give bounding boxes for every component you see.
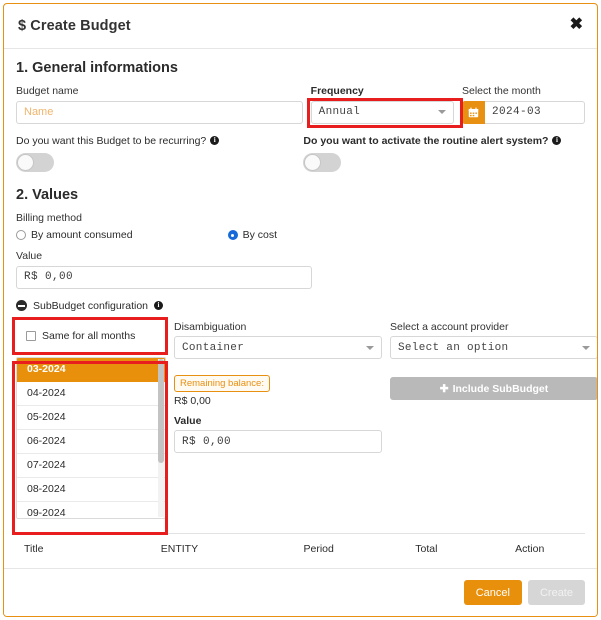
alert-toggle[interactable] bbox=[303, 152, 342, 172]
budget-name-group: Budget name bbox=[16, 85, 303, 124]
page-title: $ Create Budget bbox=[18, 18, 131, 34]
list-item[interactable]: 07-2024 bbox=[17, 453, 165, 478]
budget-name-input[interactable] bbox=[16, 100, 303, 124]
calendar-icon[interactable] bbox=[462, 100, 485, 124]
budget-name-label: Budget name bbox=[16, 85, 79, 97]
chevron-down-icon bbox=[438, 110, 446, 115]
disambiguation-label: Disambiguation bbox=[174, 320, 247, 333]
subbudget-value-label: Value bbox=[174, 415, 202, 428]
same-for-all-months-label: Same for all months bbox=[42, 329, 136, 342]
month-list[interactable]: 03-2024 04-2024 05-2024 06-2024 07-2024 … bbox=[16, 356, 166, 519]
frequency-select[interactable]: Annual bbox=[310, 100, 454, 124]
close-icon[interactable]: ✖ bbox=[568, 15, 585, 35]
recurring-question-text: Do you want this Budget to be recurring? bbox=[16, 134, 207, 147]
recurring-toggle[interactable] bbox=[16, 152, 54, 172]
include-subbudget-button[interactable]: ✚ Include SubBudget bbox=[390, 377, 597, 401]
radio-by-amount-consumed[interactable]: By amount consumed bbox=[16, 229, 133, 241]
recurring-group: Do you want this Budget to be recurring?… bbox=[16, 135, 303, 172]
disambiguation-select[interactable]: Container bbox=[174, 336, 382, 360]
status-badge: Remaining balance: bbox=[174, 375, 270, 393]
radio-by-cost-label: By cost bbox=[242, 229, 277, 242]
info-icon[interactable]: i bbox=[552, 136, 562, 146]
alert-group: Do you want to activate the routine aler… bbox=[303, 135, 585, 172]
billing-method-label: Billing method bbox=[16, 211, 82, 224]
value-group: Value bbox=[16, 250, 312, 289]
list-item[interactable]: 04-2024 bbox=[17, 381, 165, 406]
subbudget-middle-column: Disambiguation Container Remaining balan… bbox=[174, 321, 382, 519]
remaining-balance-value: R$ 0,00 bbox=[174, 395, 211, 408]
include-subbudget-label: Include SubBudget bbox=[452, 382, 549, 395]
section-values-heading: 2. Values bbox=[16, 186, 79, 203]
subbudget-table-header: Title ENTITY Period Total Action bbox=[16, 532, 585, 555]
account-provider-selected-value: Select an option bbox=[398, 341, 509, 354]
select-month-group: Select the month bbox=[462, 85, 585, 124]
subbudget-right-column: Select a account provider Select an opti… bbox=[390, 320, 597, 519]
radio-by-cost[interactable]: By cost bbox=[227, 229, 277, 242]
table-column-title: Title bbox=[24, 542, 44, 555]
table-column-entity: ENTITY bbox=[160, 542, 199, 555]
toggle-knob bbox=[304, 153, 322, 171]
month-list-wrap: 03-2024 04-2024 05-2024 06-2024 07-2024 … bbox=[16, 356, 166, 519]
list-item[interactable]: 05-2024 bbox=[17, 405, 165, 430]
chevron-down-icon bbox=[366, 345, 374, 350]
value-label: Value bbox=[16, 250, 43, 263]
select-month-label: Select the month bbox=[462, 85, 541, 97]
alert-question: Do you want to activate the routine aler… bbox=[303, 135, 585, 147]
chevron-down-icon bbox=[582, 345, 590, 350]
value-input[interactable] bbox=[16, 265, 312, 289]
list-item[interactable]: 06-2024 bbox=[17, 429, 165, 454]
list-item[interactable]: 09-2024 bbox=[17, 501, 165, 518]
account-provider-select[interactable]: Select an option bbox=[390, 336, 597, 360]
radio-circle-selected bbox=[227, 230, 238, 241]
list-item[interactable]: 08-2024 bbox=[17, 477, 165, 502]
subbudget-left-column: Same for all months 03-2024 04-2024 05-2… bbox=[16, 321, 166, 519]
subbudget-config-label: SubBudget configuration bbox=[33, 299, 149, 312]
info-icon[interactable]: i bbox=[210, 136, 220, 146]
toggle-knob bbox=[17, 153, 34, 171]
radio-circle bbox=[16, 230, 26, 241]
general-fields-row: Budget name Frequency Annual Select the … bbox=[16, 85, 585, 128]
month-input[interactable] bbox=[485, 100, 585, 124]
create-button[interactable]: Create bbox=[527, 580, 585, 605]
subbudget-grid: Same for all months 03-2024 04-2024 05-2… bbox=[12, 316, 597, 535]
section-general-heading: 1. General informations bbox=[16, 60, 178, 76]
create-budget-modal: $ Create Budget ✖ 1. General information… bbox=[3, 3, 598, 617]
cancel-button[interactable]: Cancel bbox=[463, 580, 522, 605]
table-column-action: Action bbox=[515, 542, 545, 555]
frequency-label: Frequency bbox=[310, 85, 364, 97]
disambiguation-selected-value: Container bbox=[182, 341, 245, 354]
frequency-group: Frequency Annual bbox=[306, 85, 463, 128]
modal-footer: Cancel Create bbox=[4, 568, 597, 616]
account-provider-label: Select a account provider bbox=[390, 320, 509, 333]
list-item[interactable]: 03-2024 bbox=[17, 357, 165, 382]
alert-question-text: Do you want to activate the routine aler… bbox=[303, 134, 549, 147]
table-column-total: Total bbox=[415, 542, 438, 555]
recurring-question: Do you want this Budget to be recurring?… bbox=[16, 135, 303, 147]
month-picker bbox=[462, 100, 585, 124]
same-for-all-months-checkbox[interactable]: Same for all months bbox=[16, 321, 166, 351]
plus-icon: ✚ bbox=[439, 382, 449, 395]
frequency-selected-value: Annual bbox=[318, 106, 361, 119]
info-icon[interactable]: i bbox=[154, 301, 164, 311]
checkbox-square bbox=[26, 330, 36, 341]
modal-body: 1. General informations Budget name Freq… bbox=[4, 49, 597, 555]
subbudget-config-header[interactable]: SubBudget configuration i bbox=[16, 300, 585, 312]
billing-method-radios: By amount consumed By cost bbox=[16, 229, 585, 241]
radio-by-amount-label: By amount consumed bbox=[31, 229, 133, 242]
remaining-balance-block: Remaining balance: R$ 0,00 bbox=[174, 373, 382, 407]
subbudget-value-input[interactable] bbox=[174, 430, 382, 454]
scrollbar-thumb[interactable] bbox=[158, 358, 164, 463]
table-column-period: Period bbox=[303, 542, 334, 555]
minus-circle-icon[interactable] bbox=[16, 300, 27, 312]
toggles-row: Do you want this Budget to be recurring?… bbox=[16, 135, 585, 172]
modal-header: $ Create Budget ✖ bbox=[4, 4, 597, 49]
